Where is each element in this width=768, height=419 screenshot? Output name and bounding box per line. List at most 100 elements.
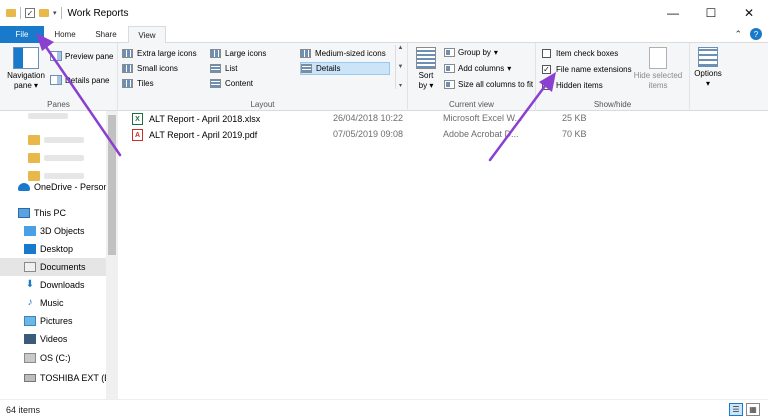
nav-item-label: Desktop (40, 244, 74, 254)
nav-scrollbar-thumb[interactable] (108, 115, 116, 255)
options-group: Options ▾ (690, 43, 726, 111)
blurred-label (28, 113, 68, 119)
layout-details[interactable]: Details (300, 62, 390, 75)
add-columns-button[interactable]: Add columns ▾ (444, 64, 511, 73)
file-row[interactable]: X ALT Report - April 2018.xlsx (132, 111, 260, 127)
group-by-icon (444, 48, 455, 57)
ribbon: Navigation pane ▾ Preview pane Details p… (0, 43, 768, 111)
file-type: Microsoft Excel W... (443, 113, 523, 123)
file-name-extensions-toggle[interactable]: ✓ File name extensions (542, 65, 632, 74)
options-label: Options (694, 69, 722, 78)
separator (20, 7, 21, 19)
item-check-boxes-toggle[interactable]: Item check boxes (542, 49, 618, 58)
view-toggles: ☰ ▦ (729, 403, 760, 416)
file-name-extensions-checkbox[interactable]: ✓ (542, 65, 551, 74)
layout-tiles[interactable]: Tiles (122, 77, 158, 90)
layout-small-icons[interactable]: Small icons (122, 62, 182, 75)
download-icon: ⬇ (25, 279, 35, 290)
expand-gallery-icon[interactable]: ▾ (399, 82, 402, 89)
nav-item-label: Music (40, 298, 64, 308)
details-view-icon[interactable]: ☰ (729, 403, 743, 416)
options-icon (698, 47, 718, 67)
scroll-down-icon[interactable]: ▼ (398, 64, 404, 70)
excel-file-icon: X (132, 113, 143, 125)
layout-content[interactable]: Content (210, 77, 257, 90)
nav-item-label: Downloads (40, 280, 85, 290)
sort-by-label: Sort by (418, 71, 434, 90)
hidden-items-toggle[interactable]: Hidden items (542, 81, 603, 90)
layout-medium-icons[interactable]: Medium-sized icons (300, 47, 390, 60)
nav-item-downloads[interactable]: ⬇ Downloads (0, 276, 106, 294)
nav-item-3d-objects[interactable]: 3D Objects (0, 222, 106, 240)
nav-item-pictures[interactable]: Pictures (0, 312, 106, 330)
nav-item-label: OneDrive - Person (34, 182, 106, 192)
sort-by-button[interactable]: Sort by ▾ (414, 47, 438, 91)
sort-by-icon (416, 47, 436, 69)
layout-item-label: Small icons (137, 64, 178, 73)
properties-icon[interactable]: ✓ (25, 8, 35, 18)
details-pane-icon (50, 75, 62, 85)
nav-item-onedrive[interactable]: OneDrive - Person (0, 178, 106, 196)
layout-large-icons[interactable]: Large icons (210, 47, 270, 60)
cloud-icon (18, 183, 30, 191)
nav-item-toshiba-drive[interactable]: TOSHIBA EXT (E (0, 369, 106, 387)
new-folder-icon[interactable] (39, 9, 49, 17)
item-check-boxes-checkbox[interactable] (542, 49, 551, 58)
file-type: Adobe Acrobat D... (443, 129, 519, 139)
navigation-pane: OneDrive - Person This PC 3D Objects Des… (0, 111, 118, 399)
nav-item-label: TOSHIBA EXT (E (40, 373, 106, 383)
hidden-items-checkbox[interactable] (542, 81, 551, 90)
ribbon-tabs: File Home Share View ⌃ ? (0, 26, 768, 44)
layout-extra-large-icons[interactable]: Extra large icons (122, 47, 201, 60)
nav-scrollbar[interactable] (106, 111, 118, 399)
maximize-button[interactable]: ☐ (692, 0, 730, 26)
hide-selected-label: Hide selected items (633, 71, 683, 90)
close-button[interactable]: ✕ (730, 0, 768, 26)
collapse-ribbon-icon[interactable]: ⌃ (734, 29, 742, 40)
large-icons-view-icon[interactable]: ▦ (746, 403, 760, 416)
tab-home[interactable]: Home (46, 26, 84, 43)
nav-item-music[interactable]: ♪ Music (0, 294, 106, 312)
minimize-button[interactable]: — (654, 0, 692, 26)
nav-item-desktop[interactable]: Desktop (0, 240, 106, 258)
tiles-icon (122, 79, 133, 88)
navigation-pane-button[interactable]: Navigation pane ▾ (4, 47, 48, 95)
nav-item-documents[interactable]: Documents (0, 258, 106, 276)
nav-item-os-drive[interactable]: OS (C:) (0, 349, 106, 367)
tab-view[interactable]: View (128, 26, 166, 44)
nav-item-label: Pictures (40, 316, 73, 326)
nav-item-videos[interactable]: Videos (0, 330, 106, 348)
hide-selected-items-button[interactable]: Hide selected items (632, 47, 684, 91)
options-button[interactable]: Options ▾ (692, 47, 724, 89)
help-icon[interactable]: ? (750, 28, 762, 40)
file-name: ALT Report - April 2019.pdf (149, 130, 258, 140)
details-pane-button[interactable]: Details pane (50, 75, 109, 85)
layout-gallery-scroll[interactable]: ▲ ▼ ▾ (395, 45, 405, 89)
add-columns-icon (444, 64, 455, 73)
nav-item-this-pc[interactable]: This PC (0, 204, 106, 222)
size-all-columns-label: Size all columns to fit (458, 80, 534, 89)
tab-file[interactable]: File (0, 26, 44, 43)
large-icons-icon (210, 49, 221, 58)
group-by-button[interactable]: Group by ▾ (444, 48, 498, 57)
item-count: 64 items (6, 404, 41, 415)
folder-icon (28, 153, 40, 163)
tab-share[interactable]: Share (86, 26, 126, 43)
folder-icon[interactable] (6, 9, 16, 17)
layout-list[interactable]: List (210, 62, 241, 75)
file-row[interactable]: A ALT Report - April 2019.pdf (132, 127, 257, 143)
title-bar: ✓ ▾ Work Reports — ☐ ✕ (0, 0, 768, 26)
layout-item-label: Large icons (225, 49, 267, 58)
blurred-label (44, 155, 84, 161)
item-check-boxes-label: Item check boxes (556, 49, 619, 58)
navigation-pane-icon (13, 47, 39, 69)
nav-item-label: Videos (40, 334, 68, 344)
customize-toolbar-icon[interactable]: ▾ (53, 9, 57, 17)
size-columns-icon (444, 80, 455, 89)
details-pane-label: Details pane (65, 75, 110, 85)
scroll-up-icon[interactable]: ▲ (398, 45, 404, 51)
preview-pane-button[interactable]: Preview pane (50, 51, 113, 61)
separator (60, 7, 62, 19)
size-all-columns-button[interactable]: Size all columns to fit (444, 80, 534, 89)
navigation-pane-label: Navigation pane (7, 71, 45, 90)
